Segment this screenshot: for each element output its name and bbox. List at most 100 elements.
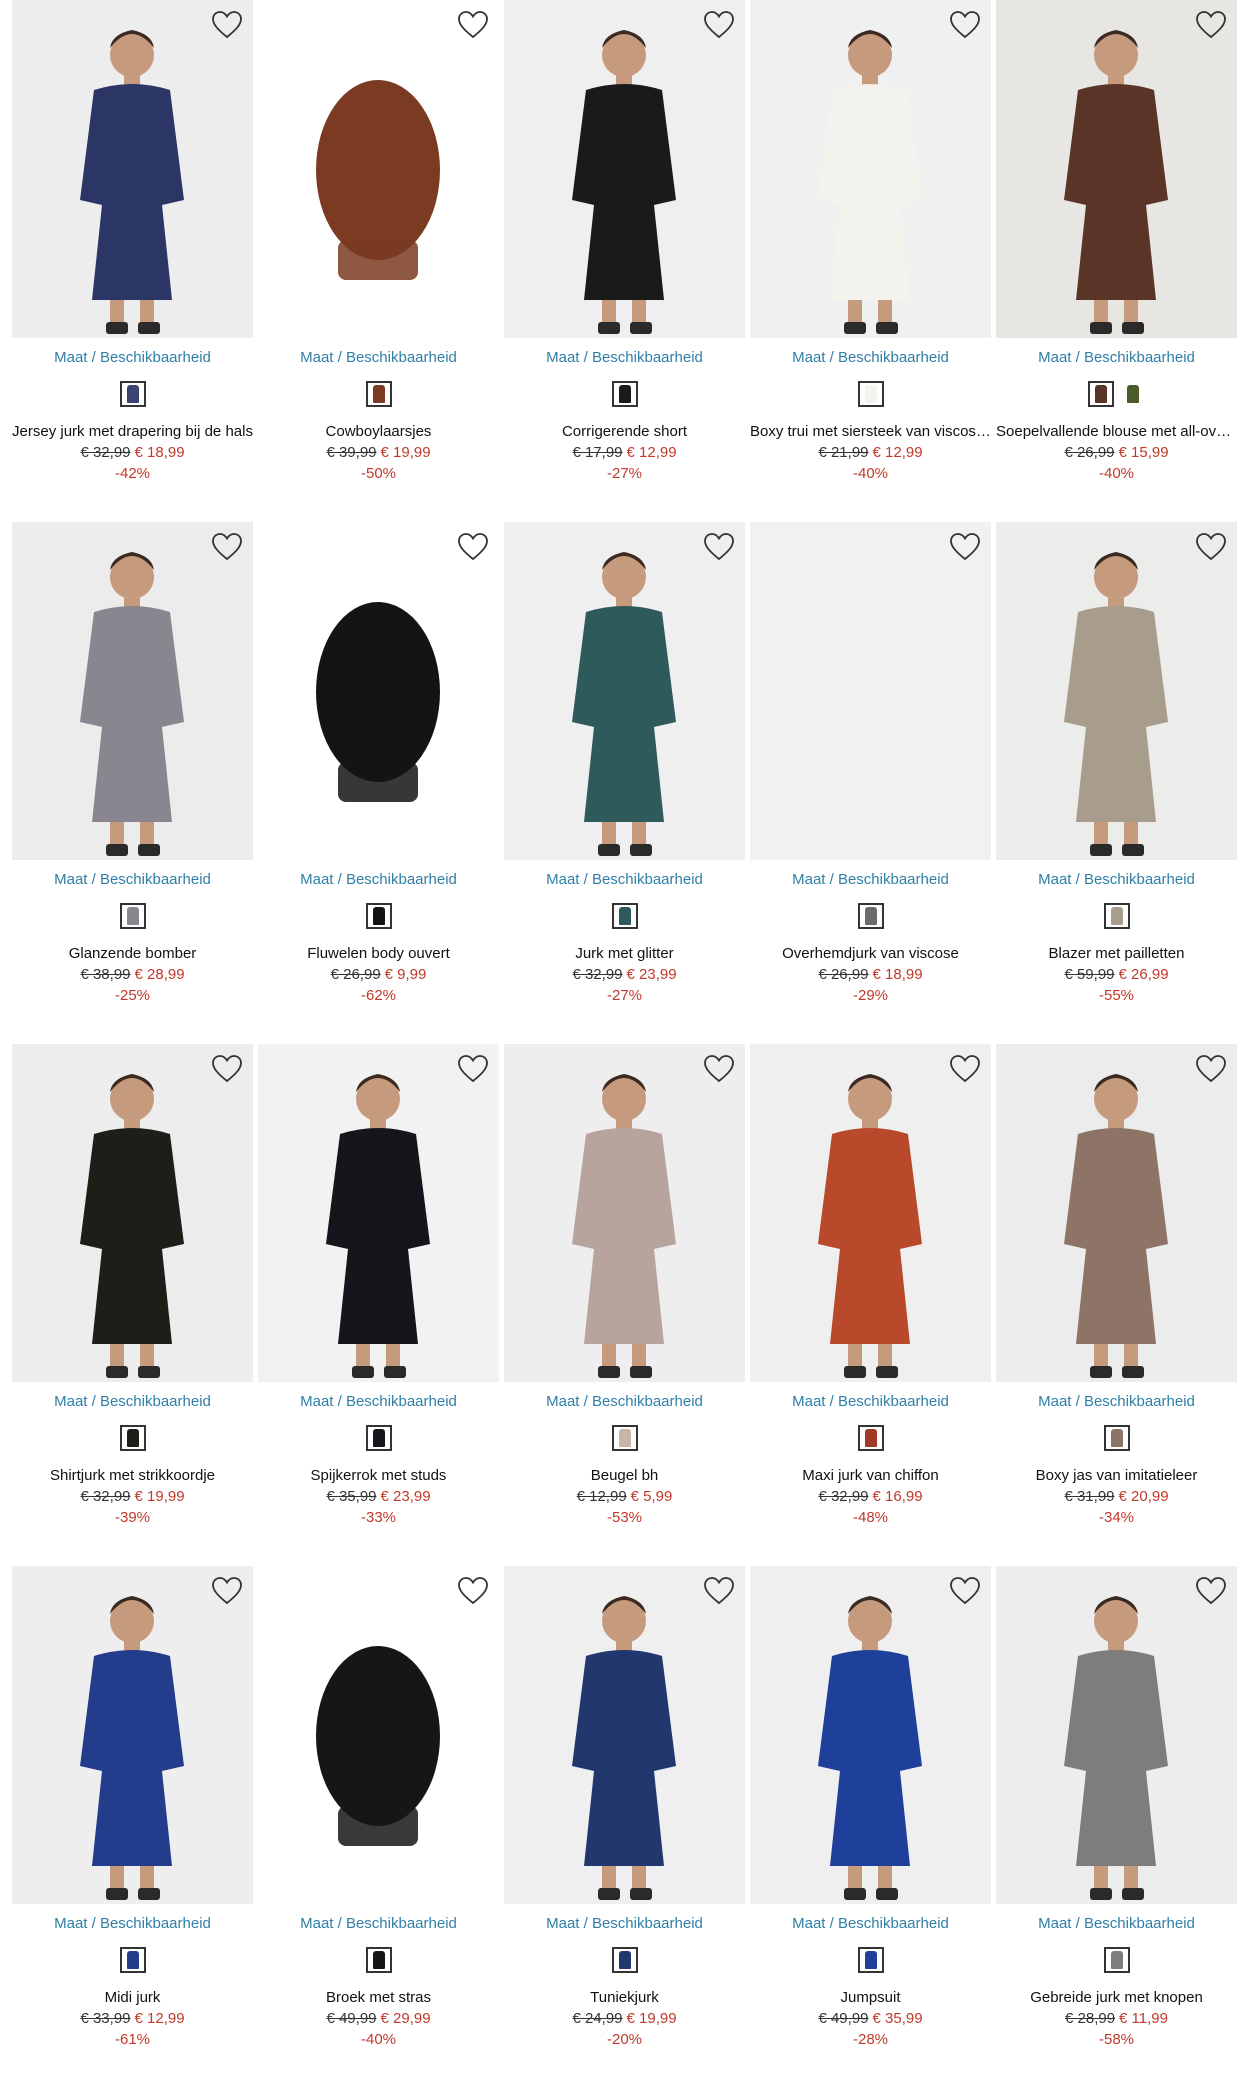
heart-outline-icon[interactable] [949,1576,981,1606]
product-card[interactable]: Maat / Beschikbaarheid Jersey jurk met dr… [12,0,253,522]
color-swatch[interactable] [119,381,146,407]
product-card[interactable]: Maat / Beschikbaarheid Soepelvallende blo… [996,0,1237,522]
heart-outline-icon[interactable] [457,1576,489,1606]
product-image[interactable] [750,522,991,860]
size-availability-link[interactable]: Maat / Beschikbaarheid [258,1393,499,1410]
heart-outline-icon[interactable] [949,1054,981,1084]
heart-outline-icon[interactable] [457,10,489,40]
product-image[interactable] [504,1566,745,1904]
color-swatch[interactable] [365,1947,392,1973]
color-swatch[interactable] [1103,1947,1130,1973]
heart-outline-icon[interactable] [703,532,735,562]
product-image[interactable] [258,522,499,860]
product-card[interactable]: Maat / Beschikbaarheid Gebreide jurk met … [996,1566,1237,2088]
product-image[interactable] [750,1044,991,1382]
color-swatch[interactable] [857,1947,884,1973]
product-name[interactable]: Jersey jurk met drapering bij de hals [12,423,253,440]
size-availability-link[interactable]: Maat / Beschikbaarheid [12,1393,253,1410]
size-availability-link[interactable]: Maat / Beschikbaarheid [258,871,499,888]
product-image[interactable] [258,0,499,338]
product-name[interactable]: Gebreide jurk met knopen [996,1989,1237,2006]
product-card[interactable]: Maat / Beschikbaarheid Cowboylaarsjes € 39… [258,0,499,522]
color-swatch[interactable] [119,1947,146,1973]
product-card[interactable]: Maat / Beschikbaarheid Fluwelen body ouve… [258,522,499,1044]
size-availability-link[interactable]: Maat / Beschikbaarheid [996,349,1237,366]
color-swatch[interactable] [1119,381,1146,407]
color-swatch[interactable] [611,1947,638,1973]
product-card[interactable]: Maat / Beschikbaarheid Blazer met paillet… [996,522,1237,1044]
size-availability-link[interactable]: Maat / Beschikbaarheid [12,1915,253,1932]
heart-outline-icon[interactable] [703,1054,735,1084]
product-card[interactable]: Maat / Beschikbaarheid Spijkerrok met stu… [258,1044,499,1566]
heart-outline-icon[interactable] [457,532,489,562]
product-card[interactable]: Maat / Beschikbaarheid Boxy jas van imita… [996,1044,1237,1566]
product-image[interactable] [504,0,745,338]
size-availability-link[interactable]: Maat / Beschikbaarheid [258,349,499,366]
heart-outline-icon[interactable] [211,1576,243,1606]
heart-outline-icon[interactable] [703,1576,735,1606]
product-name[interactable]: Boxy jas van imitatieleer [996,1467,1237,1484]
product-card[interactable]: Maat / Beschikbaarheid Jurk met glitter € … [504,522,745,1044]
product-card[interactable]: Maat / Beschikbaarheid Tuniekjurk € 24,99 €… [504,1566,745,2088]
product-card[interactable]: Maat / Beschikbaarheid Corrigerende short… [504,0,745,522]
color-swatch[interactable] [1087,381,1114,407]
product-name[interactable]: Overhemdjurk van viscose [750,945,991,962]
heart-outline-icon[interactable] [1195,10,1227,40]
product-card[interactable]: Maat / Beschikbaarheid Glanzende bomber € … [12,522,253,1044]
heart-outline-icon[interactable] [949,532,981,562]
color-swatch[interactable] [611,381,638,407]
product-image[interactable] [504,522,745,860]
heart-outline-icon[interactable] [457,1054,489,1084]
heart-outline-icon[interactable] [211,10,243,40]
product-image[interactable] [996,0,1237,338]
product-name[interactable]: Corrigerende short [504,423,745,440]
heart-outline-icon[interactable] [1195,532,1227,562]
color-swatch[interactable] [119,903,146,929]
size-availability-link[interactable]: Maat / Beschikbaarheid [996,871,1237,888]
color-swatch[interactable] [1103,1425,1130,1451]
product-name[interactable]: Broek met stras [258,1989,499,2006]
color-swatch[interactable] [119,1425,146,1451]
product-card[interactable]: Maat / Beschikbaarheid Shirtjurk met stri… [12,1044,253,1566]
product-image[interactable] [258,1566,499,1904]
size-availability-link[interactable]: Maat / Beschikbaarheid [504,1393,745,1410]
size-availability-link[interactable]: Maat / Beschikbaarheid [750,349,991,366]
heart-outline-icon[interactable] [949,10,981,40]
product-image[interactable] [996,1566,1237,1904]
product-image[interactable] [12,1566,253,1904]
color-swatch[interactable] [857,381,884,407]
color-swatch[interactable] [611,1425,638,1451]
product-name[interactable]: Glanzende bomber [12,945,253,962]
product-name[interactable]: Jumpsuit [750,1989,991,2006]
size-availability-link[interactable]: Maat / Beschikbaarheid [504,871,745,888]
heart-outline-icon[interactable] [703,10,735,40]
product-image[interactable] [996,522,1237,860]
color-swatch[interactable] [365,903,392,929]
size-availability-link[interactable]: Maat / Beschikbaarheid [996,1393,1237,1410]
product-name[interactable]: Fluwelen body ouvert [258,945,499,962]
product-name[interactable]: Blazer met pailletten [996,945,1237,962]
product-card[interactable]: Maat / Beschikbaarheid Overhemdjurk van v… [750,522,991,1044]
size-availability-link[interactable]: Maat / Beschikbaarheid [504,349,745,366]
product-image[interactable] [504,1044,745,1382]
product-name[interactable]: Soepelvallende blouse met all-over ... [996,423,1237,440]
size-availability-link[interactable]: Maat / Beschikbaarheid [12,349,253,366]
product-card[interactable]: Maat / Beschikbaarheid Midi jurk € 33,99 € … [12,1566,253,2088]
size-availability-link[interactable]: Maat / Beschikbaarheid [750,871,991,888]
heart-outline-icon[interactable] [211,1054,243,1084]
color-swatch[interactable] [857,903,884,929]
product-name[interactable]: Maxi jurk van chiffon [750,1467,991,1484]
product-card[interactable]: Maat / Beschikbaarheid Broek met stras € 4… [258,1566,499,2088]
product-name[interactable]: Boxy trui met siersteek van viscose... [750,423,991,440]
product-name[interactable]: Spijkerrok met studs [258,1467,499,1484]
heart-outline-icon[interactable] [211,532,243,562]
product-card[interactable]: Maat / Beschikbaarheid Maxi jurk van chif… [750,1044,991,1566]
color-swatch[interactable] [611,903,638,929]
size-availability-link[interactable]: Maat / Beschikbaarheid [750,1915,991,1932]
size-availability-link[interactable]: Maat / Beschikbaarheid [996,1915,1237,1932]
product-card[interactable]: Maat / Beschikbaarheid Jumpsuit € 49,99 € 3… [750,1566,991,2088]
product-name[interactable]: Jurk met glitter [504,945,745,962]
size-availability-link[interactable]: Maat / Beschikbaarheid [750,1393,991,1410]
product-name[interactable]: Shirtjurk met strikkoordje [12,1467,253,1484]
product-image[interactable] [750,0,991,338]
